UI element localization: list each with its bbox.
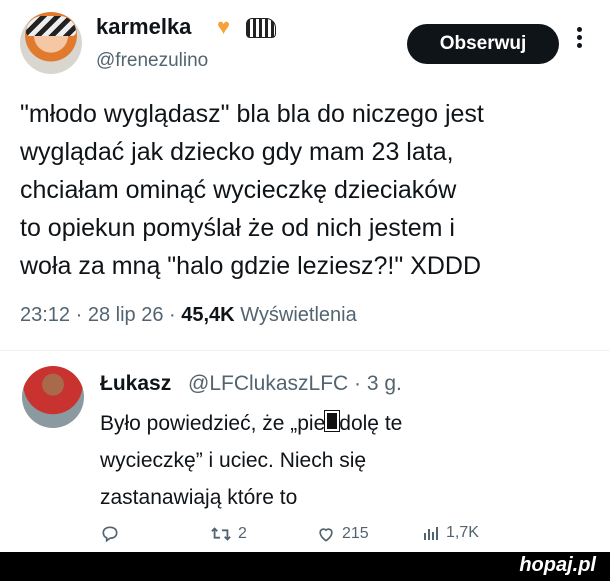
retweet-action[interactable]: 2 — [210, 524, 247, 544]
views-count: 45,4K — [181, 304, 235, 326]
reply-author-name[interactable]: Łukasz — [100, 372, 171, 396]
reply-avatar[interactable] — [22, 366, 84, 428]
author-display-name[interactable]: karmelka — [96, 14, 191, 40]
tweet-text: "młodo wyglądasz" bla bla do niczego jes… — [20, 100, 484, 280]
meta-separator: · — [75, 304, 88, 326]
heart-outline-icon — [319, 528, 333, 542]
orange-heart-icon: ♥ — [217, 14, 231, 39]
tweet-time[interactable]: 23:12 — [20, 304, 70, 326]
tweet-meta: 23:12 · 28 lip 26 · 45,4K Wyświetlenia — [20, 304, 357, 327]
views-action[interactable]: 1,7K — [422, 524, 479, 542]
censor-block — [324, 410, 341, 432]
zebra-icon — [246, 18, 276, 38]
views-label: Wyświetlenia — [240, 304, 357, 326]
retweet-icon — [211, 527, 231, 541]
like-action[interactable]: 215 — [316, 524, 369, 544]
reply-actions: 2 215 1,7K — [100, 524, 520, 550]
divider — [0, 350, 610, 351]
tweet-date[interactable]: 28 lip 26 — [88, 304, 164, 326]
meta-separator: · — [169, 304, 182, 326]
comment-icon — [102, 526, 118, 543]
watermark-text: hopaj.pl — [519, 554, 596, 576]
bar-chart-icon — [424, 527, 438, 540]
retweet-count: 2 — [238, 525, 247, 542]
like-count: 215 — [342, 525, 369, 542]
follow-button[interactable]: Obserwuj — [407, 24, 559, 64]
reply-views-count: 1,7K — [446, 524, 479, 541]
more-options-icon[interactable] — [576, 24, 582, 60]
author-avatar[interactable] — [20, 12, 82, 74]
reply-action[interactable] — [100, 524, 120, 544]
reply-text: Było powiedzieć, że „pie dolę te wycieczk… — [100, 405, 520, 516]
tweet-header: karmelka ♥ @frenezulino Obserwuj — [20, 10, 600, 80]
reply-handle-time[interactable]: @LFClukaszLFC · 3 g. — [188, 372, 402, 396]
reply-text-part-1: Było powiedzieć, że „pie — [100, 412, 326, 435]
watermark-bar: hopaj.pl — [0, 552, 610, 581]
author-handle[interactable]: @frenezulino — [96, 50, 208, 72]
